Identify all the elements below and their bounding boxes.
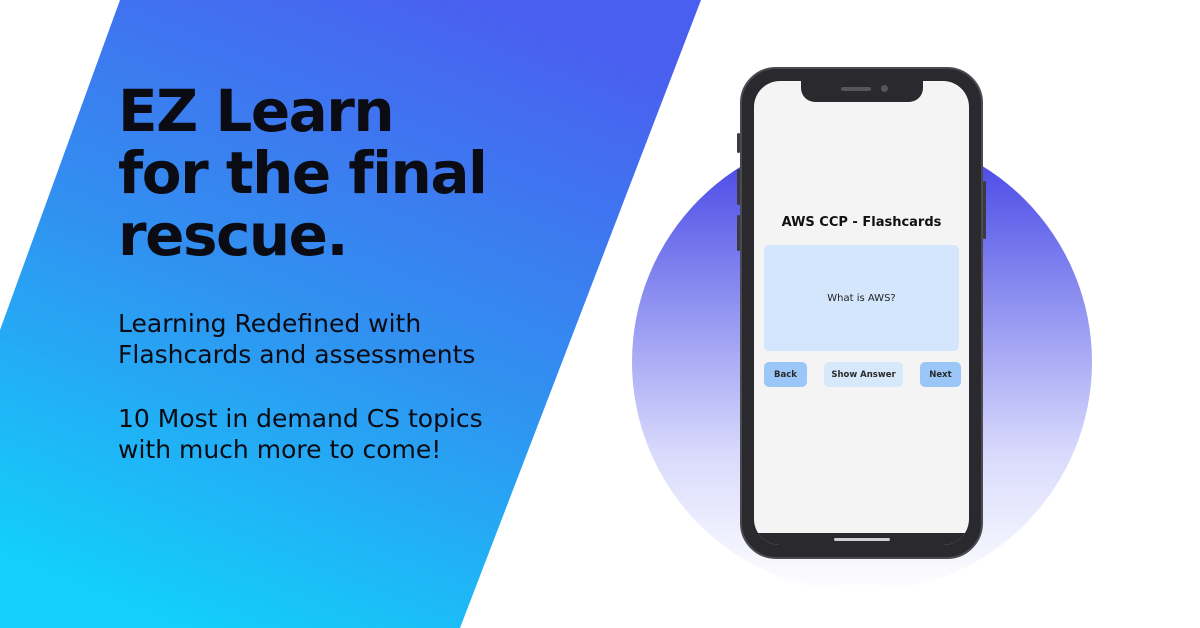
volume-down-button: [737, 215, 740, 251]
subtitle-line: Learning Redefined with: [118, 309, 422, 338]
volume-up-button: [737, 169, 740, 205]
headline: EZ Learn for the final rescue.: [118, 77, 488, 269]
next-button[interactable]: Next: [920, 362, 961, 387]
subtitle-line: 10 Most in demand CS topics: [118, 404, 483, 433]
subtitle-line: Flashcards and assessments: [118, 340, 476, 369]
headline-line: rescue.: [118, 201, 349, 269]
flashcard[interactable]: What is AWS?: [764, 245, 959, 351]
subtitle-flashcards: Learning Redefined with Flashcards and a…: [118, 308, 475, 370]
flashcard-question: What is AWS?: [827, 292, 896, 304]
mute-switch: [737, 133, 740, 153]
home-indicator[interactable]: [833, 538, 890, 541]
speaker-icon: [840, 87, 871, 91]
phone-screen: AWS CCP - Flashcards What is AWS? Back S…: [754, 81, 969, 545]
screen-bottom-bar: [754, 533, 969, 545]
back-button[interactable]: Back: [764, 362, 807, 387]
show-answer-button[interactable]: Show Answer: [824, 362, 903, 387]
camera-icon: [880, 85, 888, 92]
subtitle-line: with much more to come!: [118, 435, 442, 464]
headline-line: for the final: [118, 139, 488, 207]
phone-mockup: AWS CCP - Flashcards What is AWS? Back S…: [737, 67, 986, 559]
app-title: AWS CCP - Flashcards: [781, 215, 942, 230]
power-button: [983, 181, 986, 239]
headline-line: EZ Learn: [118, 77, 395, 145]
subtitle-topics: 10 Most in demand CS topics with much mo…: [118, 403, 483, 465]
phone-notch: [800, 81, 923, 102]
